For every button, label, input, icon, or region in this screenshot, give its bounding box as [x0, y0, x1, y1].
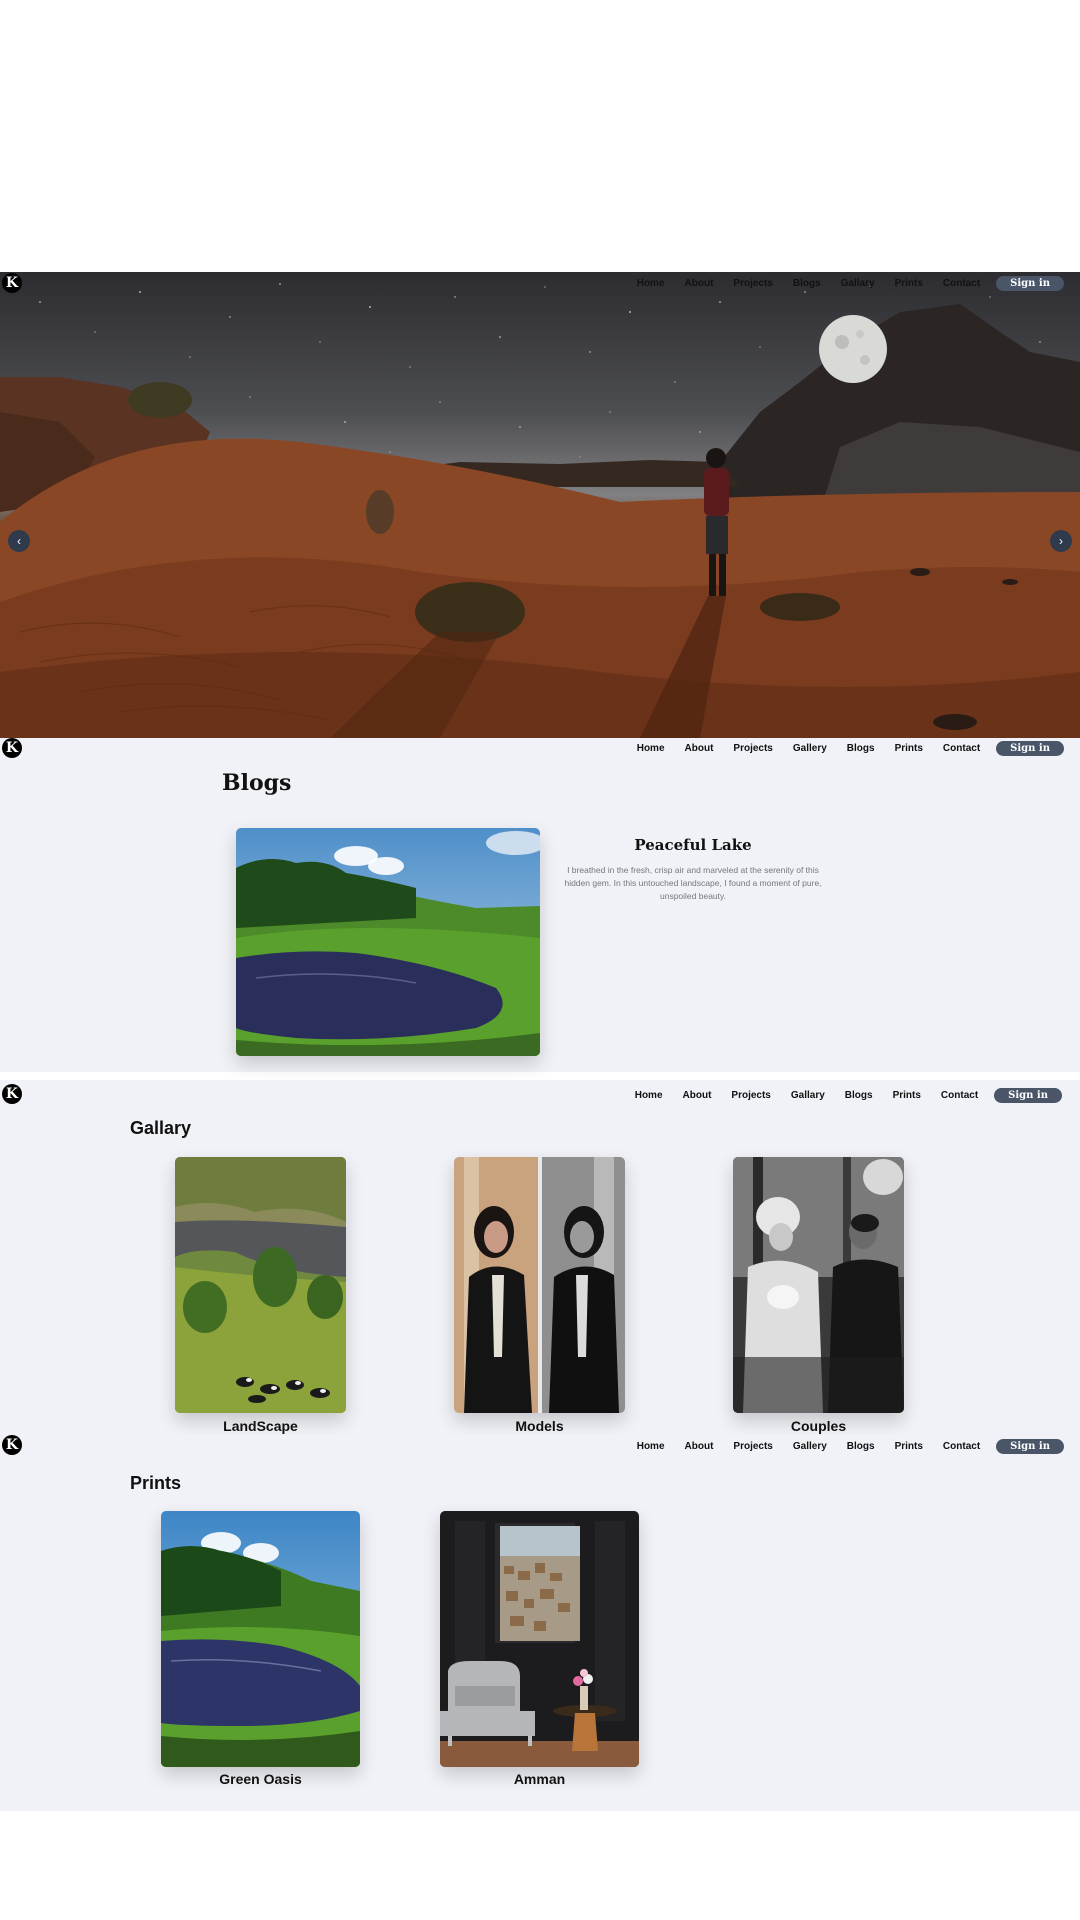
- nav-about[interactable]: About: [675, 1441, 724, 1452]
- print-caption-amman[interactable]: Amman: [440, 1771, 639, 1787]
- nav-gallary[interactable]: Gallary: [831, 278, 885, 289]
- blogs-nav: Home About Projects Gallery Blogs Prints…: [627, 741, 1064, 756]
- nav-blogs[interactable]: Blogs: [835, 1090, 883, 1101]
- sign-in-button[interactable]: Sign in: [994, 1088, 1062, 1103]
- brand-logo[interactable]: K: [2, 738, 22, 758]
- sign-in-button[interactable]: Sign in: [996, 741, 1064, 756]
- gallery-caption-models[interactable]: Models: [454, 1418, 625, 1434]
- sign-in-button[interactable]: Sign in: [996, 1439, 1064, 1454]
- nav-home[interactable]: Home: [625, 1090, 673, 1101]
- nav-home[interactable]: Home: [627, 1441, 675, 1452]
- hero-carousel: K Home About Projects Blogs Gallary Prin…: [0, 272, 1080, 738]
- print-caption-green-oasis[interactable]: Green Oasis: [161, 1771, 360, 1787]
- nav-about[interactable]: About: [673, 1090, 722, 1101]
- nav-projects[interactable]: Projects: [723, 1441, 782, 1452]
- brand-logo[interactable]: K: [2, 1435, 22, 1455]
- nav-about[interactable]: About: [675, 278, 724, 289]
- nav-projects[interactable]: Projects: [723, 743, 782, 754]
- print-card-green-oasis[interactable]: [161, 1511, 360, 1767]
- gallery-card-couples[interactable]: [733, 1157, 904, 1413]
- brand-logo[interactable]: K: [2, 1084, 22, 1104]
- chevron-right-icon: ›: [1059, 534, 1063, 548]
- nav-gallery[interactable]: Gallery: [783, 743, 837, 754]
- nav-contact[interactable]: Contact: [931, 1090, 988, 1101]
- chevron-left-icon: ‹: [17, 534, 21, 548]
- nav-prints[interactable]: Prints: [885, 278, 933, 289]
- desert-landscape-photo: [0, 304, 1080, 738]
- brand-logo[interactable]: K: [2, 273, 22, 293]
- blog-post-excerpt: I breathed in the fresh, crisp air and m…: [564, 865, 822, 901]
- nav-gallary[interactable]: Gallary: [781, 1090, 835, 1101]
- print-card-amman[interactable]: [440, 1511, 639, 1767]
- blog-post-title[interactable]: Peaceful Lake: [555, 836, 831, 854]
- gallery-nav: Home About Projects Gallary Blogs Prints…: [625, 1088, 1062, 1103]
- nav-blogs[interactable]: Blogs: [837, 1441, 885, 1452]
- nav-gallery[interactable]: Gallery: [783, 1441, 837, 1452]
- carousel-prev-button[interactable]: ‹: [8, 530, 30, 552]
- blog-post-image[interactable]: [236, 828, 540, 1056]
- peaceful-lake-photo: [236, 828, 540, 1056]
- amman-print-photo: [440, 1511, 639, 1767]
- gallery-caption-landscape[interactable]: LandScape: [175, 1418, 346, 1434]
- prints-nav: Home About Projects Gallery Blogs Prints…: [627, 1439, 1064, 1454]
- nav-about[interactable]: About: [675, 743, 724, 754]
- nav-home[interactable]: Home: [627, 743, 675, 754]
- gallery-heading: Gallary: [130, 1118, 192, 1138]
- nav-prints[interactable]: Prints: [885, 1441, 933, 1452]
- nav-home[interactable]: Home: [627, 278, 675, 289]
- nav-prints[interactable]: Prints: [885, 743, 933, 754]
- nav-prints[interactable]: Prints: [883, 1090, 931, 1101]
- gallery-caption-couples[interactable]: Couples: [733, 1418, 904, 1434]
- nav-blogs[interactable]: Blogs: [837, 743, 885, 754]
- hero-nav: Home About Projects Blogs Gallary Prints…: [627, 276, 1064, 291]
- green-oasis-photo: [161, 1511, 360, 1767]
- nav-contact[interactable]: Contact: [933, 1441, 990, 1452]
- nav-projects[interactable]: Projects: [723, 278, 782, 289]
- gallery-card-models[interactable]: [454, 1157, 625, 1413]
- nav-contact[interactable]: Contact: [933, 743, 990, 754]
- couples-photo: [733, 1157, 904, 1413]
- landscape-photo: [175, 1157, 346, 1413]
- blogs-heading: Blogs: [222, 770, 292, 796]
- blogs-section: K Home About Projects Gallery Blogs Prin…: [0, 738, 1080, 1072]
- gallery-card-landscape[interactable]: [175, 1157, 346, 1413]
- models-photo: [454, 1157, 625, 1413]
- prints-heading: Prints: [130, 1473, 182, 1493]
- prints-section: K Home About Projects Gallery Blogs Prin…: [0, 1435, 1080, 1811]
- gallery-section: K Home About Projects Gallary Blogs Prin…: [0, 1080, 1080, 1435]
- carousel-next-button[interactable]: ›: [1050, 530, 1072, 552]
- nav-blogs[interactable]: Blogs: [783, 278, 831, 289]
- sign-in-button[interactable]: Sign in: [996, 276, 1064, 291]
- nav-projects[interactable]: Projects: [721, 1090, 780, 1101]
- nav-contact[interactable]: Contact: [933, 278, 990, 289]
